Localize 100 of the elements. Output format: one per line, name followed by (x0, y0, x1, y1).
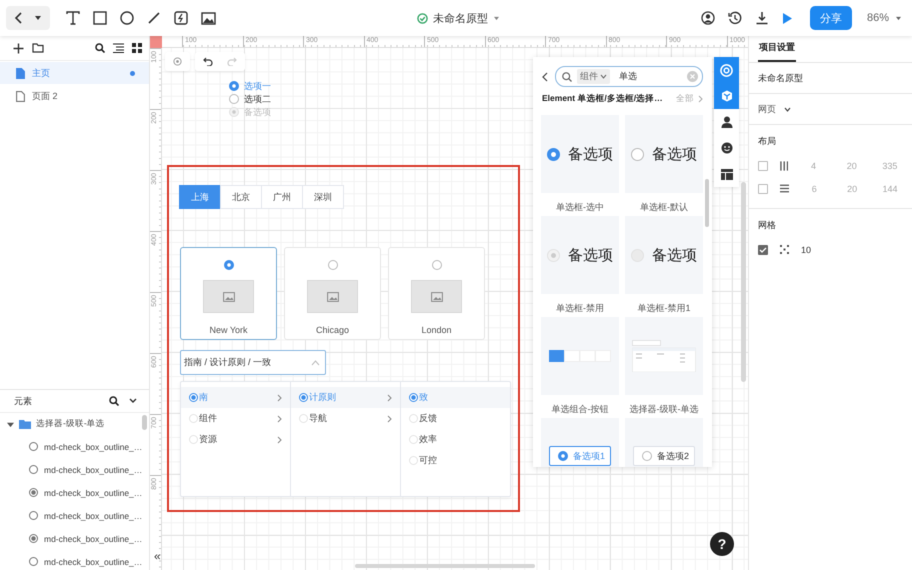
settings-tab[interactable]: 项目设置 (758, 41, 796, 62)
navigation-button-group[interactable] (6, 6, 50, 30)
caret-icon[interactable] (895, 16, 902, 20)
folder-icon (19, 419, 31, 429)
share-button[interactable]: 分享 (810, 6, 852, 30)
radio-button[interactable] (328, 260, 338, 270)
line-tool-icon[interactable] (147, 11, 161, 25)
chevron-down-icon[interactable] (129, 398, 137, 404)
layer-name[interactable]: md-check_box_outline_… (44, 442, 142, 452)
collapse-button[interactable]: « (152, 550, 163, 562)
checkbox[interactable] (758, 244, 768, 254)
layer-name[interactable]: md-check_box_outline_… (44, 464, 142, 474)
radio-label: 备选项 (652, 246, 697, 264)
selection-frame[interactable]: 上海 北京 广州 深圳 New York Chicago London 指南 / 设计原则 / 一致 南 组件 资源 计原则 导航 致 反馈 效率 可控 (167, 165, 520, 512)
ruler-corner (150, 36, 162, 48)
option-card[interactable]: New York (180, 247, 277, 340)
filter-dropdown[interactable]: 组件 (577, 69, 610, 84)
play-icon[interactable] (782, 12, 793, 24)
component-thumbnail[interactable]: 备选项2 (625, 418, 703, 467)
layer-item[interactable]: md-check_box_outline_… (0, 481, 149, 504)
device-dropdown[interactable]: 网页 (758, 102, 791, 116)
cascader-option[interactable]: 可控 (401, 450, 510, 471)
scrollbar-thumb[interactable] (705, 179, 709, 227)
layer-item[interactable]: md-check_box_outline_… (0, 504, 149, 527)
cascader-option[interactable]: 效率 (401, 429, 510, 450)
segment-button[interactable]: 广州 (261, 185, 303, 209)
folder-icon[interactable] (32, 43, 44, 53)
option-card[interactable]: Chicago (284, 247, 381, 340)
add-icon[interactable] (13, 42, 24, 54)
back-icon[interactable] (14, 12, 24, 24)
layer-name[interactable]: md-check_box_outline_… (44, 488, 142, 498)
layer-item[interactable]: md-check_box_outline_… (0, 458, 149, 481)
document-title[interactable]: 未命名原型 (432, 10, 488, 26)
layer-name[interactable]: md-check_box_outline_… (44, 510, 142, 520)
cascader-option[interactable]: 反馈 (401, 408, 510, 429)
radio-icon (642, 451, 652, 461)
layer-item[interactable]: md-check_box_outline_… (0, 527, 149, 550)
checkbox[interactable] (758, 160, 768, 170)
grid-size-value[interactable]: 10 (801, 244, 829, 254)
scrollbar-thumb[interactable] (741, 182, 746, 382)
radio-icon (189, 435, 198, 444)
radio-icon (299, 414, 308, 423)
radio-icon (409, 456, 418, 465)
radio-button[interactable] (432, 260, 442, 270)
radio-label: 备选项 (652, 144, 697, 164)
radio-label[interactable]: 选项一 (244, 80, 271, 92)
radio-icon (409, 435, 418, 444)
search-field[interactable]: 组件 单选 (555, 66, 703, 87)
image-tool-icon[interactable] (201, 12, 216, 24)
bordered-radio-button: 备选项2 (633, 446, 695, 466)
rows-icon (780, 184, 790, 193)
zoom-level[interactable]: 86% (866, 12, 889, 24)
cascader-option[interactable]: 导航 (291, 408, 400, 429)
cascader-option[interactable]: 组件 (181, 408, 290, 429)
grid-dots-icon (780, 245, 789, 254)
search-icon[interactable] (109, 396, 119, 406)
back-icon[interactable] (542, 72, 548, 82)
radio-button[interactable] (224, 260, 234, 270)
layer-item[interactable]: md-check_box_outline_… (0, 550, 149, 570)
download-icon[interactable] (754, 11, 769, 25)
cascader-option[interactable]: 资源 (181, 429, 290, 450)
lightning-tool-icon[interactable] (174, 11, 188, 25)
chevron-down-icon (600, 74, 607, 79)
option-card[interactable]: London (388, 247, 485, 340)
image-icon (326, 292, 338, 302)
project-name[interactable]: 未命名原型 (758, 72, 803, 84)
page-item[interactable]: 页面 2 (0, 85, 149, 107)
ellipse-tool-icon[interactable] (120, 11, 134, 25)
segment-button[interactable]: 北京 (220, 185, 262, 209)
component-thumbnail[interactable]: 备选项 (625, 115, 703, 193)
cascader-field[interactable]: 指南 / 设计原则 / 一致 (180, 350, 326, 375)
layer-name[interactable]: md-check_box_outline_… (44, 556, 142, 566)
history-icon[interactable] (728, 11, 742, 25)
component-name: 单选框-禁用 (556, 302, 604, 315)
rectangle-tool-icon[interactable] (93, 11, 107, 25)
target-icon[interactable] (173, 57, 182, 66)
scrollbar-thumb[interactable] (142, 415, 147, 430)
component-thumbnail[interactable] (625, 317, 703, 395)
layer-group-name[interactable]: 选择器-级联-单选 (36, 418, 105, 430)
layer-name[interactable]: md-check_box_outline_… (44, 534, 142, 544)
scrollbar-thumb[interactable] (355, 564, 535, 568)
layer-group[interactable]: 选择器-级联-单选 (0, 413, 149, 435)
radio-label[interactable]: 选项二 (244, 92, 271, 106)
section-title: 布局 (758, 135, 777, 148)
segment-button[interactable]: 深圳 (302, 185, 344, 209)
component-thumbnail[interactable]: 备选项 (541, 115, 619, 193)
checkbox[interactable] (758, 184, 768, 194)
radio-icon (409, 414, 418, 423)
page-name[interactable]: 页面 2 (32, 90, 135, 102)
caret-icon[interactable] (34, 15, 42, 21)
component-thumbnail[interactable] (541, 317, 619, 395)
text-tool-icon[interactable] (66, 11, 80, 25)
radio-icon (409, 393, 418, 402)
layer-item[interactable]: md-check_box_outline_… (0, 435, 149, 458)
grid-view-icon[interactable] (132, 43, 142, 53)
expand-caret-icon[interactable] (7, 420, 14, 428)
search-icon[interactable] (95, 43, 105, 53)
list-icon[interactable] (113, 43, 124, 53)
user-icon[interactable] (700, 11, 715, 25)
undo-icon[interactable] (203, 57, 213, 66)
